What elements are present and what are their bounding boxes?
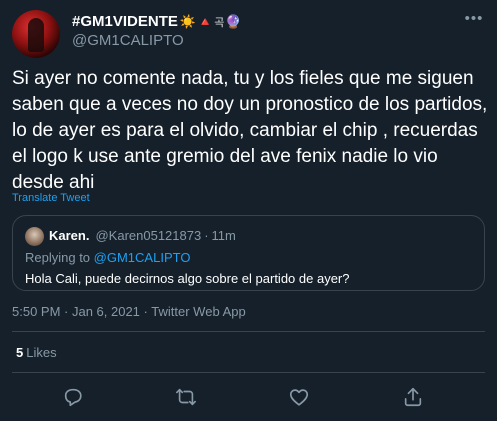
- tweet-timestamp[interactable]: 5:50 PM · Jan 6, 2021: [12, 304, 140, 319]
- like-icon-graphic: [289, 389, 309, 406]
- quoted-separator: ·: [204, 228, 209, 243]
- quoted-time: 11m: [211, 228, 236, 243]
- tweet-author-avatar[interactable]: [12, 10, 60, 58]
- avatar-figure: [28, 18, 44, 52]
- sun-emoji: ☀️: [179, 13, 198, 29]
- replying-prefix: Replying to: [25, 250, 91, 265]
- likes-count: 5: [16, 345, 24, 360]
- quoted-replying-to: Replying to @GM1CALIPTO: [25, 250, 190, 265]
- translate-tweet-link[interactable]: Translate Tweet: [12, 192, 90, 204]
- like-icon[interactable]: [288, 386, 310, 408]
- likes-stat[interactable]: 5 Likes: [16, 345, 57, 360]
- divider-bottom: [12, 372, 485, 373]
- tweet-text: Si ayer no comente nada, tu y los fieles…: [12, 68, 488, 193]
- quoted-tweet-text: Hola Cali, puede decirnos algo sobre el …: [25, 271, 350, 286]
- quoted-tweet-card[interactable]: Karen. @Karen05121873 · 11m Replying to …: [12, 215, 485, 291]
- author-display-name[interactable]: #GM1VIDENTE: [72, 13, 178, 30]
- share-icon[interactable]: [402, 386, 424, 408]
- reply-icon-graphic: [64, 388, 82, 407]
- divider-top: [12, 331, 485, 332]
- share-icon-graphic: [404, 387, 422, 407]
- more-horizontal-icon[interactable]: •••: [463, 10, 485, 32]
- retweet-icon-graphic: [176, 388, 196, 406]
- retweet-icon[interactable]: [175, 386, 197, 408]
- quoted-author-handle: @Karen05121873: [95, 228, 202, 243]
- quoted-author-name: Karen.: [49, 228, 90, 243]
- quoted-tweet-header: Karen. @Karen05121873 · 11m: [49, 228, 236, 243]
- name-emojis: ☀️🔺곡🔮: [180, 14, 243, 30]
- reply-icon[interactable]: [62, 386, 84, 408]
- replying-to-handle-link[interactable]: @GM1CALIPTO: [94, 250, 191, 265]
- likes-label: Likes: [26, 345, 57, 360]
- hangul-emoji: 곡: [214, 16, 226, 29]
- author-name-row: #GM1VIDENTE ☀️🔺곡🔮: [72, 13, 243, 30]
- triangle-emoji: 🔺: [197, 13, 215, 29]
- tweet-source[interactable]: Twitter Web App: [151, 304, 245, 319]
- quoted-author-avatar: [25, 227, 44, 246]
- meta-separator: ·: [143, 304, 148, 319]
- author-handle[interactable]: @GM1CALIPTO: [72, 32, 184, 49]
- tweet-meta: 5:50 PM · Jan 6, 2021 · Twitter Web App: [12, 304, 246, 319]
- crystal-ball-emoji: 🔮: [225, 13, 243, 29]
